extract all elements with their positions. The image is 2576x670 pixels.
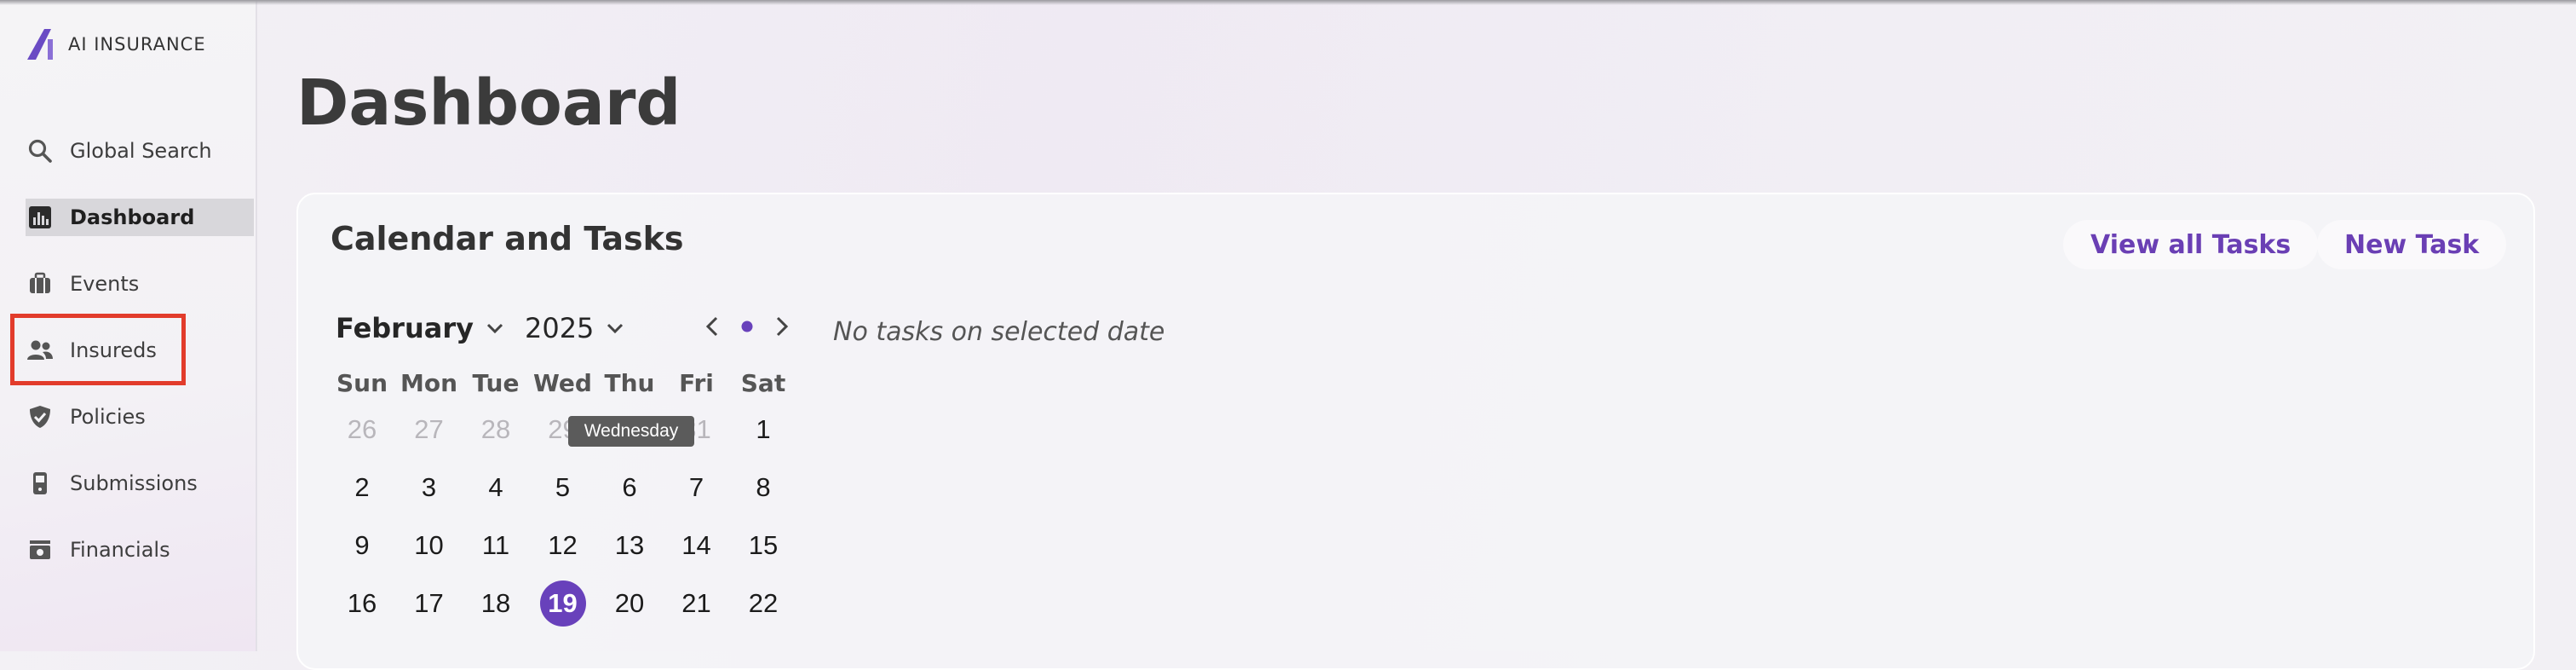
device-icon xyxy=(26,469,55,498)
logo-icon xyxy=(27,29,53,60)
calendar-day-number: 14 xyxy=(681,530,711,560)
calendar-day-number: 18 xyxy=(480,588,511,618)
calendar-day[interactable]: 27 xyxy=(396,406,463,453)
calendar-day-number: 17 xyxy=(414,588,444,618)
calendar-day-number: 11 xyxy=(481,530,510,560)
sidebar-item-global-search[interactable]: Global Search xyxy=(26,132,256,170)
calendar-day[interactable]: 3 xyxy=(396,464,463,511)
weekday-tooltip: Wednesday xyxy=(568,416,694,447)
calendar-day[interactable]: 6 xyxy=(596,464,663,511)
calendar-day[interactable]: 26 xyxy=(329,406,395,453)
sidebar-item-policies[interactable]: Policies xyxy=(26,398,256,436)
sidebar-item-label: Financials xyxy=(70,538,170,562)
calendar-day[interactable]: 10 xyxy=(396,522,463,569)
cash-icon xyxy=(26,535,55,564)
calendar-day-number: 2 xyxy=(354,472,370,502)
app-logo[interactable]: AI INSURANCE xyxy=(26,27,206,61)
calendar-day-number: 6 xyxy=(622,472,637,502)
calendar-day[interactable]: 16 xyxy=(329,580,395,627)
sidebar: AI INSURANCE Global Search Dashboard Eve… xyxy=(0,0,257,651)
calendar-day[interactable]: 12 xyxy=(530,522,596,569)
calendar-day[interactable]: 9 xyxy=(329,522,395,569)
calendar-day[interactable]: 4 xyxy=(463,464,529,511)
calendar-day[interactable]: 13 xyxy=(596,522,663,569)
calendar-day-number: 21 xyxy=(681,588,711,618)
calendar-day[interactable]: 21 xyxy=(664,580,730,627)
next-month-button[interactable] xyxy=(768,314,794,339)
calendar-day[interactable]: 11 xyxy=(463,522,529,569)
dot-icon xyxy=(741,321,753,332)
calendar-day[interactable]: 17 xyxy=(396,580,463,627)
calendar-header: February 2025 xyxy=(336,312,626,344)
chevron-down-icon[interactable] xyxy=(484,317,506,339)
calendar-day-number: 10 xyxy=(414,530,444,560)
sidebar-item-label: Submissions xyxy=(70,471,198,495)
calendar-day[interactable]: 15 xyxy=(730,522,796,569)
sidebar-item-label: Global Search xyxy=(70,139,212,163)
calendar-day-number: 5 xyxy=(555,472,571,502)
calendar-day-number: 28 xyxy=(480,414,511,444)
calendar-day[interactable]: 7 xyxy=(664,464,730,511)
weekday-label: Wed xyxy=(533,369,592,397)
month-select[interactable]: February xyxy=(336,312,474,344)
calendar-day-number: 9 xyxy=(354,530,370,560)
calendar-day-number: 7 xyxy=(688,472,704,502)
calendar-day-number: 26 xyxy=(347,414,377,444)
new-task-button[interactable]: New Task xyxy=(2317,220,2507,269)
weekday-label: Thu xyxy=(604,369,655,397)
calendar-day[interactable]: 22 xyxy=(730,580,796,627)
calendar-day-number: 3 xyxy=(421,472,437,502)
calendar-day[interactable]: 8 xyxy=(730,464,796,511)
calendar-day-number: 22 xyxy=(748,588,779,618)
window-top-shadow xyxy=(0,0,2576,5)
calendar-tasks-card: Calendar and Tasks View all Tasks New Ta… xyxy=(296,193,2535,670)
search-icon xyxy=(26,136,55,165)
sidebar-item-events[interactable]: Events xyxy=(26,265,256,303)
calendar-day-number: 8 xyxy=(756,472,771,502)
logo-text: AI INSURANCE xyxy=(68,34,206,55)
chart-icon xyxy=(26,203,55,232)
calendar-day-number: 20 xyxy=(614,588,645,618)
weekday-label: Sun xyxy=(336,369,388,397)
calendar-day-number: 16 xyxy=(347,588,377,618)
sidebar-item-financials[interactable]: Financials xyxy=(26,531,256,569)
calendar-day-number: 27 xyxy=(414,414,444,444)
calendar-day-number: 4 xyxy=(488,472,503,502)
view-all-tasks-button[interactable]: View all Tasks xyxy=(2063,220,2319,269)
calendar-day-number: 15 xyxy=(748,530,779,560)
calendar-day-number: 19 xyxy=(539,580,586,627)
weekday-label: Fri xyxy=(679,369,714,397)
calendar-day[interactable]: 5 xyxy=(530,464,596,511)
page-title: Dashboard xyxy=(296,66,681,140)
sidebar-item-submissions[interactable]: Submissions xyxy=(26,465,256,502)
calendar-day-number: 12 xyxy=(548,530,578,560)
weekday-label: Mon xyxy=(400,369,458,397)
calendar-day-number: 1 xyxy=(756,414,771,444)
calendar-day[interactable]: 19 xyxy=(530,580,596,627)
sidebar-item-label: Events xyxy=(70,272,140,296)
today-button[interactable] xyxy=(734,314,760,339)
calendar-day[interactable]: 28 xyxy=(463,406,529,453)
chevron-down-icon[interactable] xyxy=(604,317,626,339)
no-tasks-message: No tasks on selected date xyxy=(833,317,1165,347)
calendar-day[interactable]: 1 xyxy=(730,406,796,453)
shield-icon xyxy=(26,402,55,431)
sidebar-item-dashboard[interactable]: Dashboard xyxy=(26,199,254,236)
sidebar-item-label: Policies xyxy=(70,405,146,429)
calendar-day[interactable]: 2 xyxy=(329,464,395,511)
chevron-right-icon xyxy=(776,316,789,337)
weekday-label: Sat xyxy=(740,369,786,397)
card-title: Calendar and Tasks xyxy=(331,220,684,257)
weekday-label: Tue xyxy=(472,369,520,397)
calendar-day-number: 13 xyxy=(614,530,645,560)
calendar-day[interactable]: 14 xyxy=(664,522,730,569)
chevron-left-icon xyxy=(705,316,718,337)
calendar-day[interactable]: 18 xyxy=(463,580,529,627)
calendar-day[interactable]: 20 xyxy=(596,580,663,627)
briefcase-icon xyxy=(26,269,55,298)
sidebar-item-label: Dashboard xyxy=(70,205,195,229)
year-select[interactable]: 2025 xyxy=(525,312,594,344)
highlight-annotation xyxy=(10,314,186,385)
prev-month-button[interactable] xyxy=(700,314,726,339)
